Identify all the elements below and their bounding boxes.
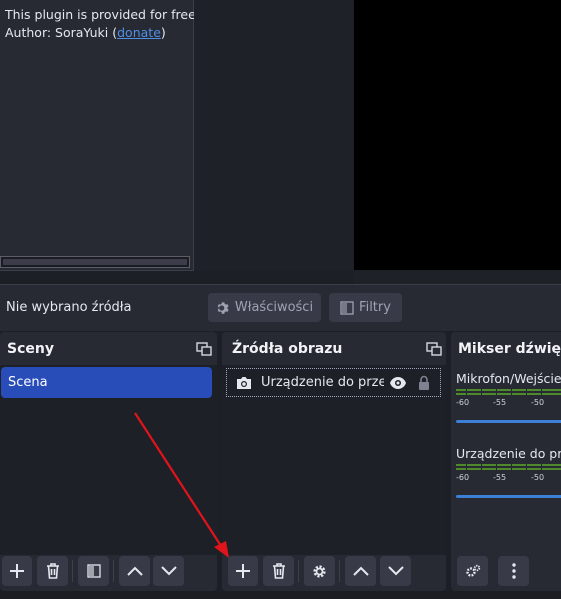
chevron-up-icon [352, 566, 369, 576]
donate-link[interactable]: donate [117, 25, 161, 40]
mixer-menu-button[interactable] [498, 556, 529, 586]
scenes-dock: Sceny Scena [0, 332, 217, 591]
gear-icon [217, 301, 229, 314]
author-suffix: ) [160, 25, 166, 40]
chevron-down-icon [387, 566, 404, 576]
gear-icon [313, 564, 326, 578]
scene-item[interactable]: Scena [1, 367, 212, 398]
plugin-free-notice: This plugin is provided for free. [5, 7, 200, 22]
scenes-list[interactable]: Scena [0, 365, 217, 555]
remove-source-button[interactable] [263, 556, 294, 586]
no-source-selected-label: Nie wybrano źródła [6, 300, 132, 315]
chevron-up-icon [126, 566, 143, 576]
trash-icon [272, 563, 285, 579]
move-source-down-button[interactable] [380, 556, 411, 586]
tick-label: -60 [456, 473, 470, 482]
tick-label: -55 [493, 398, 507, 407]
tick-label: -50 [531, 473, 545, 482]
plus-icon [10, 564, 24, 578]
move-scene-up-button[interactable] [119, 556, 150, 586]
source-properties-button[interactable] [304, 556, 335, 586]
plugin-info-text: This plugin is provided for free. Author… [5, 6, 200, 42]
sources-dock: Źródła obrazu Urządzenie do przeci [222, 332, 446, 591]
toolbar-separator [298, 560, 299, 582]
undock-icon[interactable] [196, 342, 212, 356]
chevron-down-icon [160, 566, 177, 576]
trash-icon [46, 563, 59, 579]
toolbar-separator [113, 560, 114, 582]
status-bar [0, 591, 561, 599]
properties-label: Właściwości [234, 300, 314, 315]
scrollbar-thumb[interactable] [3, 259, 187, 265]
scenes-dock-title: Sceny [7, 341, 54, 357]
tick-label: -55 [493, 473, 507, 482]
filters-label: Filtry [359, 300, 391, 315]
properties-button[interactable]: Właściwości [208, 293, 321, 322]
mixer-channel-name: Mikrofon/Wejście [456, 371, 561, 386]
undock-icon[interactable] [426, 342, 442, 356]
toolbar-separator [339, 560, 340, 582]
preview-background [194, 0, 354, 270]
mixer-dock-title: Mikser dźwięk [458, 341, 561, 357]
mixer-channel-name: Urządzenie do prz [456, 446, 561, 461]
audio-level-meter [456, 464, 561, 470]
filter-icon [340, 300, 354, 315]
sources-dock-title: Źródła obrazu [232, 341, 343, 357]
tick-label: -60 [456, 398, 470, 407]
lock-icon[interactable] [418, 375, 430, 390]
sources-list[interactable]: Urządzenie do przeci [222, 365, 446, 555]
plugin-author-line: Author: SoraYuki (donate) [5, 24, 200, 42]
audio-level-meter [456, 389, 561, 395]
eye-icon[interactable] [390, 376, 406, 389]
remove-scene-button[interactable] [37, 556, 68, 586]
move-source-up-button[interactable] [345, 556, 376, 586]
source-name: Urządzenie do przeci [261, 375, 384, 390]
camera-icon [237, 376, 251, 389]
gears-icon [465, 564, 480, 577]
mixer-channels: Mikrofon/Wejście -60 -55 -50 Urządzenie … [451, 365, 561, 555]
author-prefix: Author: SoraYuki ( [5, 25, 118, 40]
add-source-button[interactable] [228, 556, 258, 586]
volume-slider[interactable] [456, 420, 561, 423]
toolbar-separator [72, 560, 73, 582]
filters-button[interactable]: Filtry [329, 293, 402, 322]
volume-slider[interactable] [456, 495, 561, 498]
horizontal-scrollbar[interactable] [0, 256, 190, 268]
source-item[interactable]: Urządzenie do przeci [226, 368, 441, 397]
more-vertical-icon [511, 563, 516, 579]
add-scene-button[interactable] [2, 556, 32, 586]
preview-canvas[interactable] [354, 0, 561, 270]
plus-icon [236, 564, 250, 578]
move-scene-down-button[interactable] [153, 556, 184, 586]
filter-icon [86, 564, 101, 578]
audio-mixer-dock: Mikser dźwięk Mikrofon/Wejście -60 -55 -… [451, 332, 561, 591]
preview-margin [354, 270, 561, 284]
scene-filters-button[interactable] [78, 556, 109, 586]
advanced-audio-settings-button[interactable] [457, 556, 488, 586]
tick-label: -50 [531, 398, 545, 407]
